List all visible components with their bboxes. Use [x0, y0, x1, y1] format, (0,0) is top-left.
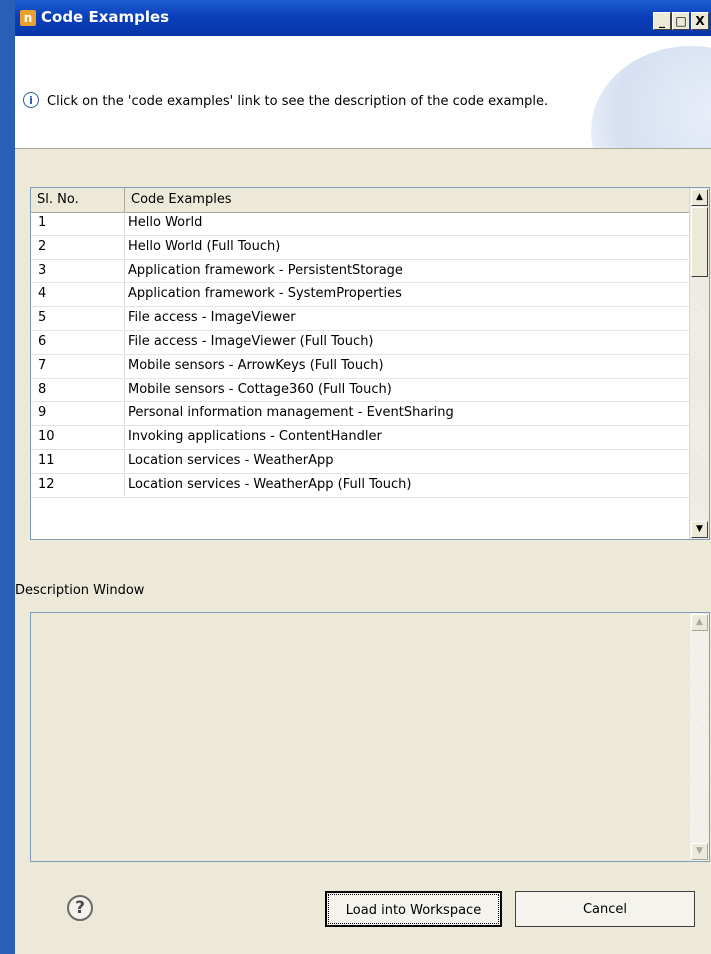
table-body: 1 Hello World 2 Hello World (Full Touch) 3 Ap…: [31, 212, 691, 498]
load-into-workspace-button[interactable]: Load into Workspace: [325, 891, 502, 927]
banner-decoration: [591, 46, 711, 148]
row-number: 4: [31, 283, 125, 306]
info-icon: i: [23, 92, 39, 108]
table-row[interactable]: 7 Mobile sensors - ArrowKeys (Full Touch): [31, 354, 691, 379]
minimize-button[interactable]: _: [653, 12, 671, 30]
scroll-down-button[interactable]: ▼: [691, 521, 708, 538]
code-example-link[interactable]: Location services - WeatherApp: [125, 450, 334, 472]
info-banner: i Click on the 'code examples' link to s…: [15, 36, 711, 148]
title-bar[interactable]: n Code Examples _ □ X: [15, 0, 711, 36]
code-example-link[interactable]: Location services - WeatherApp (Full Tou…: [125, 474, 412, 496]
help-icon[interactable]: ?: [67, 895, 93, 921]
row-number: 3: [31, 259, 125, 282]
row-number: 6: [31, 330, 125, 353]
column-header-code-examples[interactable]: Code Examples: [125, 188, 691, 212]
cancel-button[interactable]: Cancel: [515, 891, 695, 927]
table-row[interactable]: 3 Application framework - PersistentStora…: [31, 259, 691, 284]
close-button[interactable]: X: [691, 12, 709, 30]
row-number: 2: [31, 235, 125, 258]
table-row[interactable]: 2 Hello World (Full Touch): [31, 235, 691, 260]
description-scrollbar[interactable]: ▲ ▼: [690, 613, 709, 861]
row-number: 12: [31, 473, 125, 496]
description-scroll-up-button[interactable]: ▲: [691, 614, 708, 631]
code-examples-dialog: n Code Examples _ □ X i Click on the 'co…: [15, 0, 711, 954]
scroll-thumb[interactable]: [691, 207, 708, 277]
description-label: Description Window: [15, 583, 145, 598]
table-row[interactable]: 10 Invoking applications - ContentHandler: [31, 426, 691, 450]
row-number: 10: [31, 426, 125, 449]
table-row[interactable]: 11 Location services - WeatherApp: [31, 449, 691, 474]
row-number: 7: [31, 354, 125, 377]
table-row[interactable]: 9 Personal information management - Event…: [31, 402, 691, 427]
code-example-link[interactable]: File access - ImageViewer (Full Touch): [125, 331, 374, 353]
table-row[interactable]: 8 Mobile sensors - Cottage360 (Full Touch…: [31, 378, 691, 403]
table-row[interactable]: 1 Hello World: [31, 212, 691, 236]
table-scrollbar[interactable]: ▲ ▼: [689, 188, 709, 539]
scroll-up-button[interactable]: ▲: [691, 189, 708, 206]
code-example-link[interactable]: Hello World: [125, 212, 202, 234]
code-example-link[interactable]: File access - ImageViewer: [125, 307, 296, 329]
description-window: ▲ ▼: [30, 612, 710, 862]
window-title: Code Examples: [41, 8, 170, 26]
code-examples-table[interactable]: Sl. No. Code Examples 1 Hello World 2 Hello…: [30, 187, 710, 540]
code-example-link[interactable]: Application framework - SystemProperties: [125, 283, 402, 305]
code-example-link[interactable]: Mobile sensors - Cottage360 (Full Touch): [125, 379, 392, 401]
table-header: Sl. No. Code Examples: [31, 188, 691, 213]
banner-message: Click on the 'code examples' link to see…: [47, 94, 549, 109]
column-header-sl-no[interactable]: Sl. No.: [31, 188, 125, 212]
row-number: 9: [31, 402, 125, 425]
row-number: 1: [31, 212, 125, 234]
code-example-link[interactable]: Personal information management - EventS…: [125, 402, 454, 424]
code-example-link[interactable]: Application framework - PersistentStorag…: [125, 260, 403, 282]
description-scroll-down-button[interactable]: ▼: [691, 843, 708, 860]
code-example-link[interactable]: Mobile sensors - ArrowKeys (Full Touch): [125, 355, 384, 377]
table-row[interactable]: 5 File access - ImageViewer: [31, 307, 691, 331]
code-example-link[interactable]: Invoking applications - ContentHandler: [125, 426, 382, 448]
maximize-button[interactable]: □: [672, 12, 690, 30]
table-row[interactable]: 4 Application framework - SystemPropertie…: [31, 283, 691, 308]
row-number: 8: [31, 378, 125, 401]
table-row[interactable]: 6 File access - ImageViewer (Full Touch): [31, 330, 691, 355]
code-example-link[interactable]: Hello World (Full Touch): [125, 236, 280, 258]
row-number: 5: [31, 307, 125, 330]
app-icon: n: [20, 10, 36, 26]
row-number: 11: [31, 449, 125, 472]
banner-divider: [15, 148, 711, 149]
table-row[interactable]: 12 Location services - WeatherApp (Full T…: [31, 473, 691, 498]
